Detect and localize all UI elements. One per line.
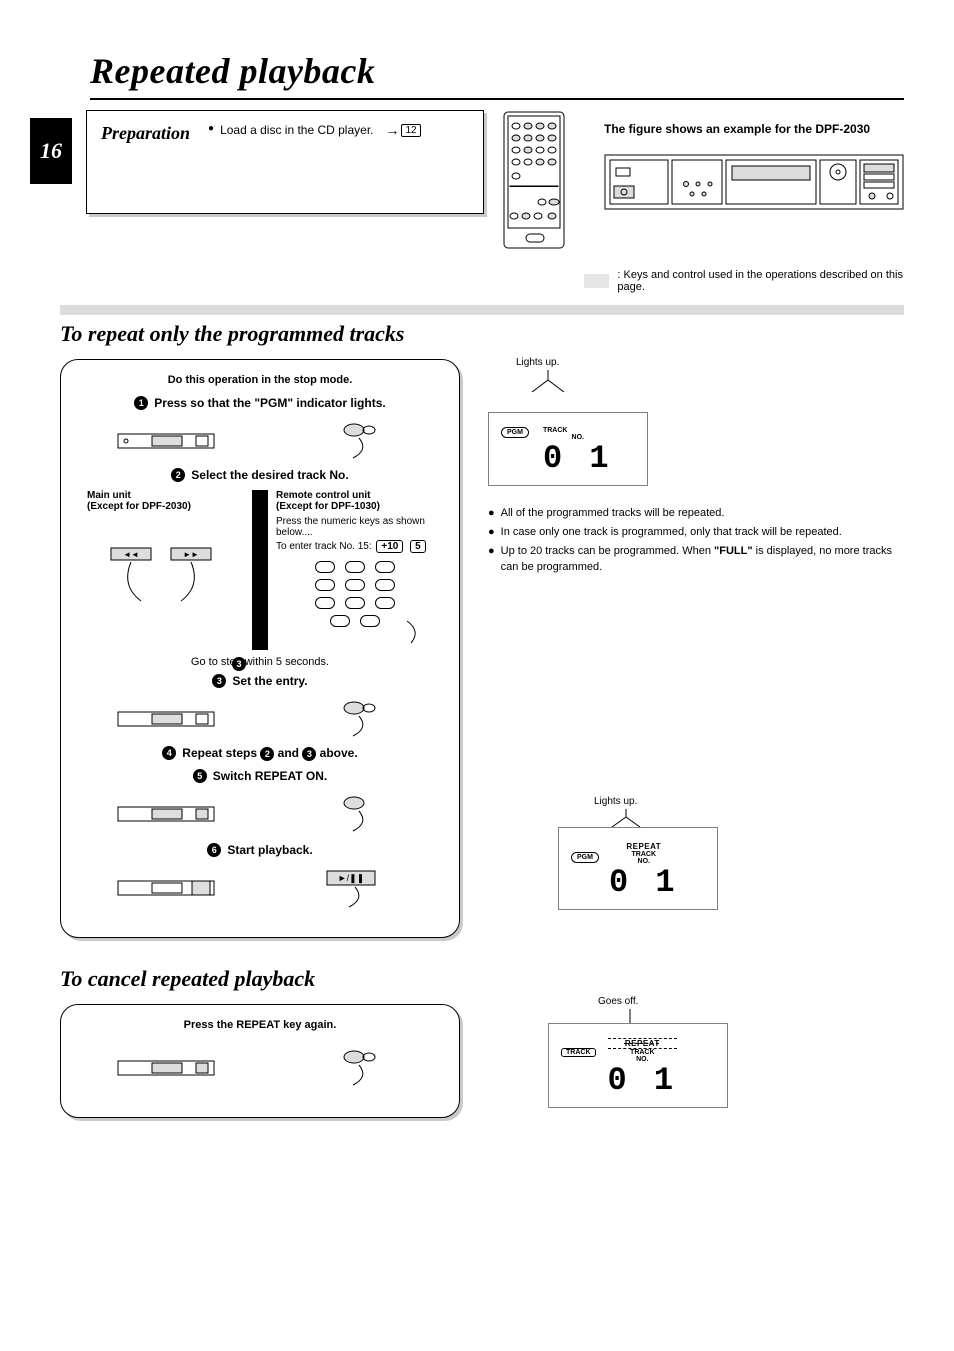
precondition: Do this operation in the stop mode. (79, 374, 441, 386)
note-2: In case only one track is programmed, on… (501, 525, 842, 541)
remote-sub: (Except for DPF-1030) (276, 501, 433, 512)
note-1: All of the programmed tracks will be rep… (501, 506, 725, 522)
step-4-icon: 4 (162, 746, 176, 760)
cancel-main-unit-diagram (79, 1047, 253, 1089)
goto-step3-num-icon: 3 (232, 657, 246, 671)
key-5: 5 (410, 540, 426, 553)
step-2-icon: 2 (171, 468, 185, 482)
main-unit-diagram-6 (79, 867, 253, 909)
step-3-label: Set the entry. (232, 674, 307, 688)
display3-callout-icon (610, 1009, 904, 1023)
preparation-label: Preparation (101, 123, 190, 201)
section-bar (60, 305, 904, 315)
step-3-icon: 3 (212, 674, 226, 688)
legend: : Keys and control used in the operation… (584, 269, 904, 293)
pgm-badge-2: PGM (571, 852, 599, 863)
step-1-icon: 1 (134, 396, 148, 410)
bullet-icon: ● (208, 123, 214, 134)
steps-box: Do this operation in the stop mode. 1 Pr… (60, 359, 460, 938)
track-label-3: TRACK (608, 1049, 678, 1056)
cancel-steps-box: Press the REPEAT key again. (60, 1004, 460, 1118)
section-heading-cancel: To cancel repeated playback (60, 966, 904, 992)
arrow-icon: → (385, 123, 399, 137)
main-unit-diagram-1 (79, 420, 253, 462)
goto-step3-text: Go to step within 5 seconds. (191, 656, 329, 668)
page-title: Repeated playback (90, 50, 904, 92)
display1-value: 0 1 (543, 443, 613, 475)
display2-caption: Lights up. (594, 796, 904, 807)
svg-text:►►: ►► (183, 550, 199, 559)
main-unit-skip-diagram: ◄◄ ►► (87, 542, 244, 612)
track-badge: TRACK (561, 1048, 596, 1057)
display1-callout-icon (528, 370, 904, 392)
display-panel-3: TRACK REPEAT TRACK NO. 0 1 (548, 1023, 728, 1108)
display3-caption: Goes off. (598, 996, 904, 1007)
track-label-2: TRACK (609, 851, 679, 858)
step-4-ref-a-icon: 2 (260, 747, 274, 761)
step-6-label: Start playback. (227, 843, 312, 857)
legend-swatch (584, 274, 609, 288)
step-4-label: Repeat steps 2 and 3 above. (182, 746, 357, 761)
display3-value: 0 1 (608, 1065, 678, 1097)
step-2-label: Select the desired track No. (191, 468, 348, 482)
notes-list: ●All of the programmed tracks will be re… (488, 506, 904, 576)
page-ref-number: 12 (401, 124, 420, 137)
svg-text:◄◄: ◄◄ (123, 550, 139, 559)
section-heading-repeat: To repeat only the programmed tracks (60, 321, 904, 347)
remote-diagram-3 (267, 698, 441, 740)
pgm-badge: PGM (501, 427, 529, 438)
repeat-off-label: REPEAT (608, 1038, 678, 1049)
remote-diagram-5 (267, 793, 441, 835)
display2-callout-icon (606, 809, 904, 827)
main-unit-diagram-3 (79, 698, 253, 740)
display1-caption: Lights up. (516, 357, 904, 368)
display2-value: 0 1 (609, 867, 679, 899)
remote-diagram-1 (267, 420, 441, 462)
repeat-label: REPEAT (609, 842, 679, 851)
step-1-label: Press so that the "PGM" indicator lights… (154, 396, 385, 410)
svg-text:►/❚❚: ►/❚❚ (338, 873, 365, 884)
note-3: Up to 20 tracks can be programmed. When … (501, 544, 904, 576)
remote-instr-1: Press the numeric keys as shown below...… (276, 516, 433, 538)
figure-caption: The figure shows an example for the DPF-… (604, 122, 904, 136)
page-number-tab: 16 (30, 118, 72, 184)
system-diagram (604, 154, 904, 213)
top-row: 16 Preparation ● Load a disc in the CD p… (30, 110, 904, 293)
page-reference: → 12 (385, 123, 420, 137)
cancel-remote-diagram (267, 1047, 441, 1089)
preparation-text: Load a disc in the CD player. (220, 123, 373, 137)
step-5-label: Switch REPEAT ON. (213, 769, 327, 783)
step-5-icon: 5 (193, 769, 207, 783)
main-unit-diagram-5 (79, 793, 253, 835)
cancel-instruction: Press the REPEAT key again. (79, 1019, 441, 1031)
remote-instr-2-prefix: To enter track No. 15: (276, 541, 372, 552)
main-unit-title: Main unit (87, 490, 244, 501)
display-panel-1: PGM TRACK NO. 0 1 (488, 412, 648, 486)
preparation-box: Preparation ● Load a disc in the CD play… (86, 110, 484, 214)
display-panel-2: PGM REPEAT TRACK NO. 0 1 (558, 827, 718, 910)
step-4-ref-b-icon: 3 (302, 747, 316, 761)
step-6-icon: 6 (207, 843, 221, 857)
title-rule (90, 98, 904, 100)
key-plus10: +10 (376, 540, 403, 553)
main-unit-sub: (Except for DPF-2030) (87, 501, 244, 512)
remote-diagram (498, 110, 570, 293)
remote-title: Remote control unit (276, 490, 433, 501)
legend-text: : Keys and control used in the operation… (617, 269, 904, 293)
track-label: TRACK (543, 427, 613, 434)
remote-diagram-6: ►/❚❚ (267, 867, 441, 909)
